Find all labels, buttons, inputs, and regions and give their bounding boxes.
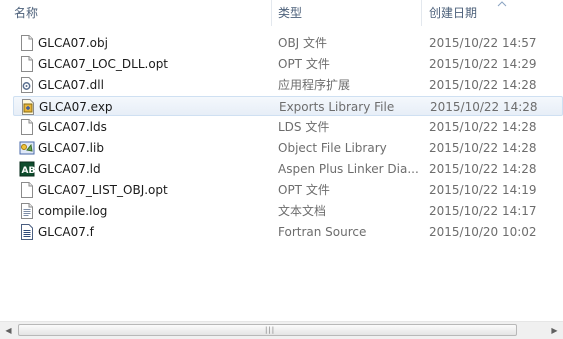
file-row[interactable]: GLCA07.dll 应用程序扩展 2015/10/22 14:28 [13,75,563,95]
file-type: OPT 文件 [278,57,330,71]
blank-file-icon [21,119,33,135]
file-date: 2015/10/22 14:28 [429,162,537,176]
file-date: 2015/10/22 14:28 [429,78,537,92]
file-date: 2015/10/22 14:17 [429,204,537,218]
file-name: GLCA07.lib [38,141,104,155]
file-date: 2015/10/20 10:02 [429,225,537,239]
exp-file-icon [22,99,34,115]
file-row[interactable]: GLCA07.lds LDS 文件 2015/10/22 14:28 [13,117,563,137]
text-file-icon [21,203,33,219]
file-row[interactable]: GLCA07.f Fortran Source 2015/10/20 10:02 [13,222,563,242]
file-date: 2015/10/22 14:28 [429,120,537,134]
grip-icon: ||| [265,326,276,334]
svg-text:AB: AB [22,166,36,176]
file-type: Aspen Plus Linker Dia... [278,162,419,176]
scroll-left-button[interactable]: ◀ [0,322,17,339]
file-type: LDS 文件 [278,120,330,134]
file-name: GLCA07.ld [38,162,101,176]
column-date-header[interactable]: 创建日期 [429,0,477,26]
dll-gear-icon [21,77,33,93]
column-header: 名称 类型 创建日期 [0,0,563,26]
column-type-header[interactable]: 类型 [278,0,302,26]
file-date: 2015/10/22 14:28 [430,100,538,114]
file-row[interactable]: AB GLCA07.ld Aspen Plus Linker Dia... 2015/… [13,159,563,179]
column-divider[interactable] [421,0,422,26]
file-name: GLCA07_LOC_DLL.opt [38,57,169,71]
file-date: 2015/10/22 14:29 [429,57,537,71]
horizontal-scrollbar[interactable]: ◀ ||| ▶ [0,321,563,339]
file-type: Fortran Source [278,225,367,239]
file-row[interactable]: GLCA07.exp Exports Library File 2015/10/22… [13,96,563,116]
file-row[interactable]: GLCA07_LOC_DLL.opt OPT 文件 2015/10/22 14:29 [13,54,563,74]
fortran-file-icon [21,224,33,240]
file-type: OPT 文件 [278,183,330,197]
blank-file-icon [21,182,33,198]
file-row[interactable]: GLCA07.obj OBJ 文件 2015/10/22 14:57 [13,33,563,53]
file-name: compile.log [38,204,108,218]
column-divider[interactable] [271,0,272,26]
file-name: GLCA07_LIST_OBJ.opt [38,183,168,197]
file-name: GLCA07.f [38,225,94,239]
blank-file-icon [21,56,33,72]
file-name: GLCA07.lds [38,120,107,134]
scroll-right-button[interactable]: ▶ [546,322,563,339]
lib-file-icon [19,141,35,155]
file-name: GLCA07.obj [38,36,108,50]
aspen-file-icon: AB [19,161,35,177]
file-name: GLCA07.exp [39,100,113,114]
scrollbar-thumb[interactable]: ||| [18,324,517,336]
file-date: 2015/10/22 14:28 [429,141,537,155]
blank-file-icon [21,35,33,51]
sort-ascending-icon [497,1,507,7]
file-type: 应用程序扩展 [278,78,351,92]
file-date: 2015/10/22 14:57 [429,36,537,50]
file-type: 文本文档 [278,204,327,218]
file-row[interactable]: GLCA07.lib Object File Library 2015/10/22 … [13,138,563,158]
file-type: Object File Library [278,141,387,155]
file-name: GLCA07.dll [38,78,104,92]
file-type: OBJ 文件 [278,36,328,50]
file-row[interactable]: GLCA07_LIST_OBJ.opt OPT 文件 2015/10/22 14:1… [13,180,563,200]
file-type: Exports Library File [279,100,395,114]
file-date: 2015/10/22 14:19 [429,183,537,197]
column-name-header[interactable]: 名称 [14,0,38,26]
file-row[interactable]: compile.log 文本文档 2015/10/22 14:17 [13,201,563,221]
